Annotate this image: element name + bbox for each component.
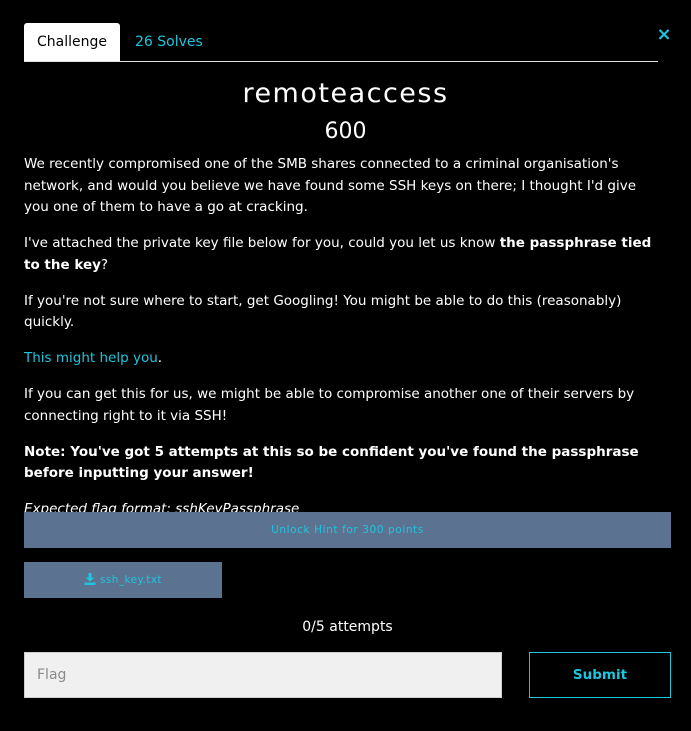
challenge-modal: Challenge 26 Solves × remoteaccess 600 W… (0, 0, 691, 731)
challenge-description: We recently compromised one of the SMB s… (24, 154, 664, 535)
help-link[interactable]: This might help you (24, 350, 158, 366)
description-text: . (157, 350, 163, 366)
close-icon[interactable]: × (656, 26, 672, 44)
tab-solves[interactable]: 26 Solves (135, 23, 220, 61)
download-file-button[interactable]: ssh_key.txt (24, 562, 222, 598)
file-name: ssh_key.txt (100, 574, 162, 586)
attempts-note: Note: You've got 5 attempts at this so b… (24, 442, 664, 485)
challenge-title: remoteaccess (242, 78, 449, 109)
description-paragraph: This might help you. (24, 348, 664, 370)
description-text: I've attached the private key file below… (24, 235, 500, 251)
description-paragraph: If you can get this for us, we might be … (24, 386, 635, 424)
tab-challenge[interactable]: Challenge (24, 23, 120, 61)
attempts-counter: 0/5 attempts (302, 619, 393, 635)
flag-input[interactable] (24, 652, 502, 698)
description-paragraph: We recently compromised one of the SMB s… (24, 156, 637, 215)
challenge-tabs: Challenge 26 Solves (24, 23, 658, 62)
download-icon (84, 564, 96, 600)
note-bold: Note: You've got 5 attempts at this so b… (24, 443, 639, 482)
submit-button[interactable]: Submit (529, 652, 671, 698)
description-paragraph: I've attached the private key file below… (24, 233, 664, 276)
challenge-points: 600 (324, 119, 367, 144)
description-text: ? (100, 256, 109, 273)
unlock-hint-button[interactable]: Unlock Hint for 300 points (24, 512, 671, 548)
description-paragraph: If you're not sure where to start, get G… (24, 292, 622, 331)
